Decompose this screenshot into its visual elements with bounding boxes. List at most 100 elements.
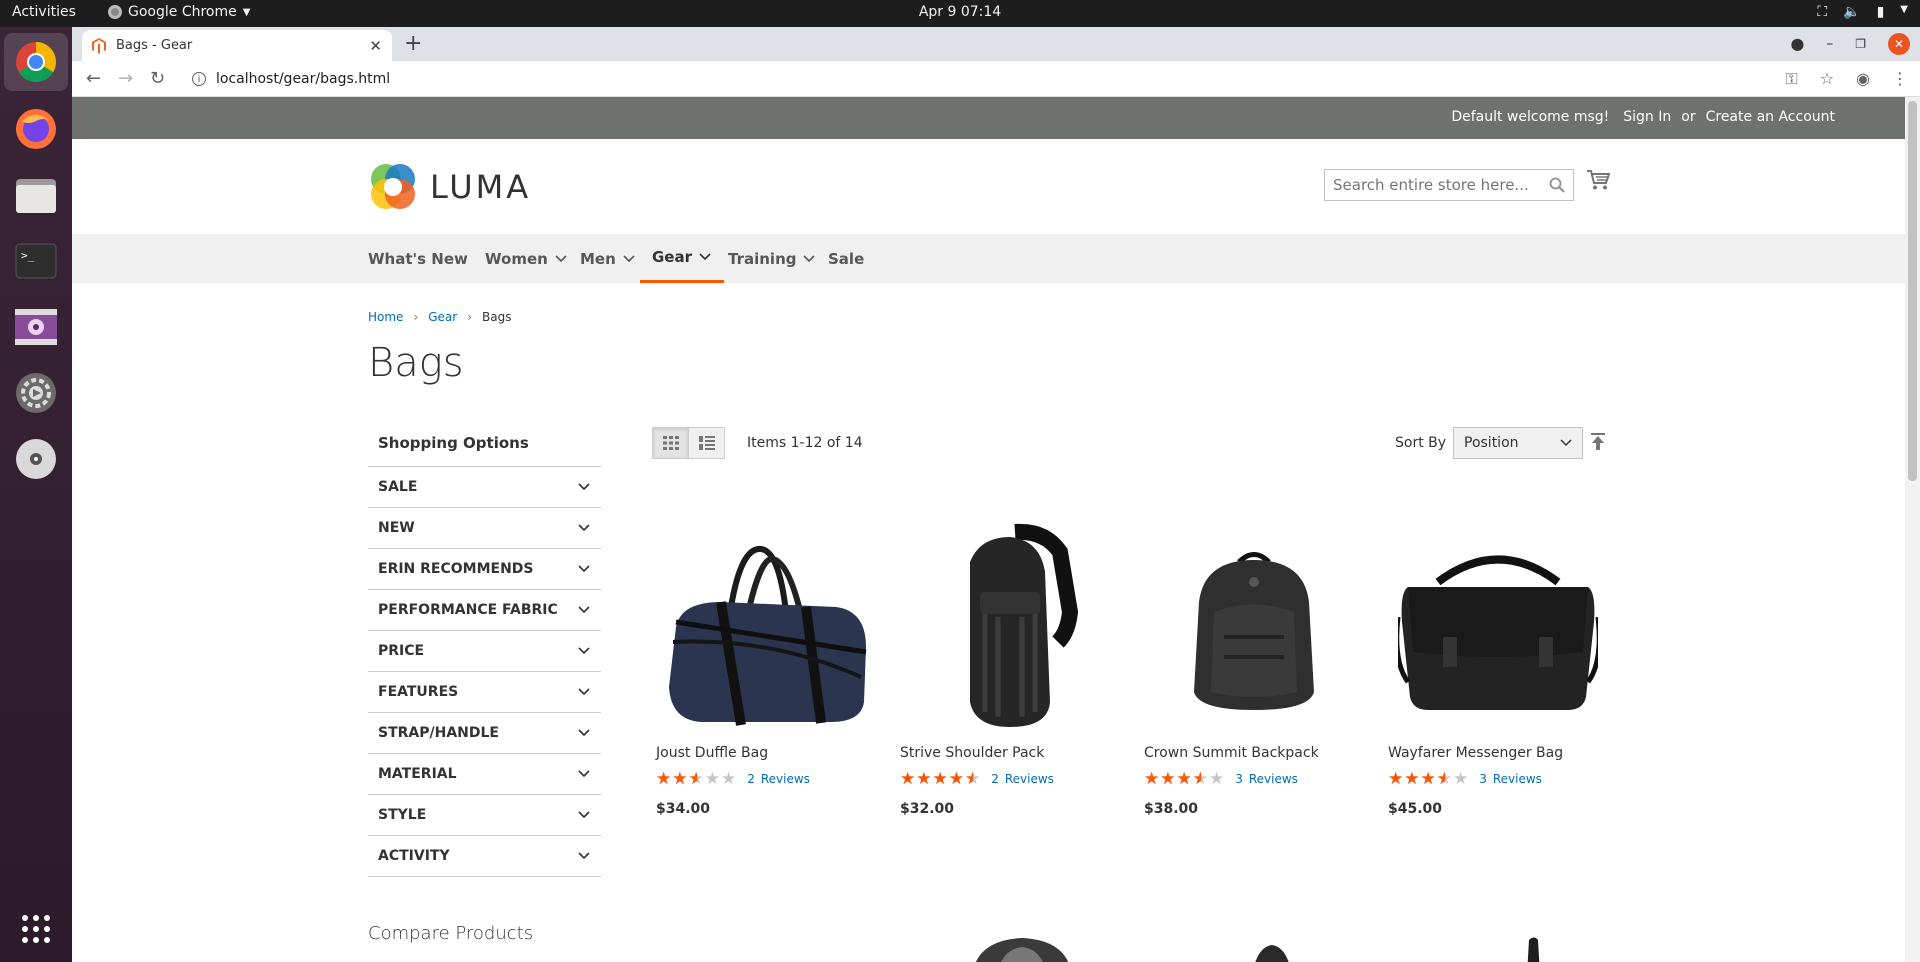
dock-show-apps[interactable] bbox=[12, 905, 60, 953]
apps-grid-icon bbox=[22, 915, 50, 943]
minimize-icon[interactable]: – bbox=[1826, 36, 1833, 52]
filter-option[interactable]: PRICE bbox=[368, 631, 601, 672]
product-rating: ★★★★★★★★★★ 3 Reviews bbox=[1388, 771, 1618, 788]
rating-fill: ★★★★★ bbox=[1144, 771, 1201, 787]
product-name-link[interactable]: Joust Duffle Bag bbox=[656, 745, 886, 761]
chevron-down-icon bbox=[623, 254, 635, 262]
new-tab-button[interactable]: + bbox=[404, 33, 422, 55]
product-price: $32.00 bbox=[900, 801, 955, 817]
review-label: Reviews bbox=[760, 772, 810, 786]
product-image[interactable] bbox=[900, 517, 1120, 737]
filter-option[interactable]: STYLE bbox=[368, 795, 601, 836]
filter-option[interactable]: ERIN RECOMMENDS bbox=[368, 549, 601, 590]
system-tray[interactable]: ⛶ 🔈 ▮ ▼ bbox=[1817, 4, 1908, 20]
close-window-icon[interactable]: ✕ bbox=[1888, 33, 1910, 55]
create-account-link[interactable]: Create an Account bbox=[1706, 109, 1835, 125]
dock-terminal[interactable]: >_ bbox=[12, 237, 60, 285]
filter-option[interactable]: ACTIVITY bbox=[368, 836, 601, 877]
page-scrollbar[interactable] bbox=[1905, 97, 1920, 962]
profile-icon[interactable]: ◉ bbox=[1856, 69, 1870, 89]
rating-stars: ★★★★★★★★★★ bbox=[656, 769, 738, 789]
sort-by-select[interactable]: Position bbox=[1453, 427, 1583, 459]
breadcrumb: Home › Gear › Bags bbox=[368, 310, 512, 324]
tab-search-icon[interactable]: ⬤ bbox=[1791, 37, 1804, 51]
product-price: $34.00 bbox=[656, 801, 711, 817]
disc-icon bbox=[16, 439, 56, 479]
caret-down-icon: ▼ bbox=[242, 6, 251, 18]
breadcrumb-gear[interactable]: Gear bbox=[428, 310, 457, 324]
reload-icon[interactable]: ↻ bbox=[150, 68, 165, 89]
review-count: 2 bbox=[991, 772, 999, 786]
chrome-small-icon bbox=[108, 5, 122, 19]
product-image[interactable] bbox=[1388, 517, 1608, 737]
bookmark-star-icon[interactable]: ☆ bbox=[1820, 69, 1834, 89]
reviews-link[interactable]: 2 Reviews bbox=[747, 772, 810, 786]
filter-option[interactable]: MATERIAL bbox=[368, 754, 601, 795]
filter-option[interactable]: NEW bbox=[368, 508, 601, 549]
list-mode-button[interactable] bbox=[688, 427, 725, 459]
minicart-button[interactable] bbox=[1586, 169, 1611, 195]
reviews-link[interactable]: 3 Reviews bbox=[1235, 772, 1298, 786]
nav-men[interactable]: Men bbox=[580, 234, 636, 283]
filter-title: STYLE bbox=[378, 807, 427, 823]
magento-favicon-icon bbox=[92, 37, 106, 54]
address-bar[interactable]: i localhost/gear/bags.html bbox=[180, 65, 1860, 93]
filter-option[interactable]: STRAP/HANDLE bbox=[368, 713, 601, 754]
sort-direction-button[interactable] bbox=[1591, 433, 1605, 455]
nav-sale[interactable]: Sale bbox=[828, 234, 864, 283]
info-icon[interactable]: i bbox=[192, 72, 206, 86]
search-icon[interactable] bbox=[1549, 177, 1565, 193]
filter-title: SALE bbox=[378, 479, 418, 495]
filter-option[interactable]: PERFORMANCE FABRIC bbox=[368, 590, 601, 631]
search-box bbox=[1324, 169, 1574, 201]
chevron-down-icon bbox=[1560, 439, 1572, 447]
review-count: 2 bbox=[747, 772, 755, 786]
back-icon[interactable]: ← bbox=[86, 68, 101, 89]
product-item: Strive Shoulder Pack ★★★★★★★★★★ 2 Reviews… bbox=[900, 517, 1130, 817]
nav-gear[interactable]: Gear bbox=[640, 234, 725, 283]
product-name-link[interactable]: Wayfarer Messenger Bag bbox=[1388, 745, 1618, 761]
nav-women[interactable]: Women bbox=[485, 234, 568, 283]
product-image[interactable] bbox=[1144, 517, 1364, 737]
product-name-link[interactable]: Crown Summit Backpack bbox=[1144, 745, 1374, 761]
nav-training[interactable]: Training bbox=[728, 234, 816, 283]
url-text: localhost/gear/bags.html bbox=[216, 71, 391, 87]
product-name-link[interactable]: Strive Shoulder Pack bbox=[900, 745, 1130, 761]
clock[interactable]: Apr 9 07:14 bbox=[919, 4, 1001, 20]
dock-files[interactable] bbox=[12, 171, 60, 219]
reviews-link[interactable]: 2 Reviews bbox=[991, 772, 1054, 786]
search-input[interactable] bbox=[1333, 176, 1543, 194]
network-icon: ⛶ bbox=[1817, 4, 1828, 20]
product-item: Crown Summit Backpack ★★★★★★★★★★ 3 Review… bbox=[1144, 517, 1374, 817]
dock-chrome[interactable] bbox=[4, 33, 68, 91]
chrome-icon bbox=[16, 42, 56, 82]
tab-close-icon[interactable]: ✕ bbox=[369, 37, 382, 55]
filter-title: NEW bbox=[378, 520, 415, 536]
activities-button[interactable]: Activities bbox=[12, 4, 76, 20]
breadcrumb-home[interactable]: Home bbox=[368, 310, 403, 324]
key-icon[interactable]: ⚿ bbox=[1786, 69, 1798, 89]
chevron-down-icon bbox=[578, 811, 590, 819]
dock-settings[interactable] bbox=[12, 369, 60, 417]
filter-option[interactable]: FEATURES bbox=[368, 672, 601, 713]
forward-icon[interactable]: → bbox=[118, 68, 133, 89]
shopping-options-title: Shopping Options bbox=[368, 427, 601, 467]
browser-tab[interactable]: Bags - Gear ✕ bbox=[82, 30, 392, 61]
nav-whats-new[interactable]: What's New bbox=[368, 234, 468, 283]
filter-option[interactable]: SALE bbox=[368, 467, 601, 508]
reviews-link[interactable]: 3 Reviews bbox=[1479, 772, 1542, 786]
dock-video[interactable] bbox=[12, 303, 60, 351]
chevron-down-icon bbox=[578, 852, 590, 860]
grid-mode-button[interactable] bbox=[652, 427, 689, 459]
scrollbar-thumb[interactable] bbox=[1908, 101, 1917, 481]
restore-icon[interactable]: ❐ bbox=[1855, 37, 1866, 51]
sign-in-link[interactable]: Sign In bbox=[1623, 109, 1671, 125]
dock-disc[interactable] bbox=[12, 435, 60, 483]
tab-title: Bags - Gear bbox=[116, 38, 193, 53]
dock-firefox[interactable] bbox=[12, 105, 60, 153]
logo[interactable]: LUMA bbox=[368, 162, 531, 212]
product-image[interactable] bbox=[656, 517, 876, 737]
app-menu[interactable]: Google Chrome ▼ bbox=[108, 4, 250, 20]
review-label: Reviews bbox=[1492, 772, 1542, 786]
menu-dots-icon[interactable]: ⋮ bbox=[1892, 69, 1908, 89]
